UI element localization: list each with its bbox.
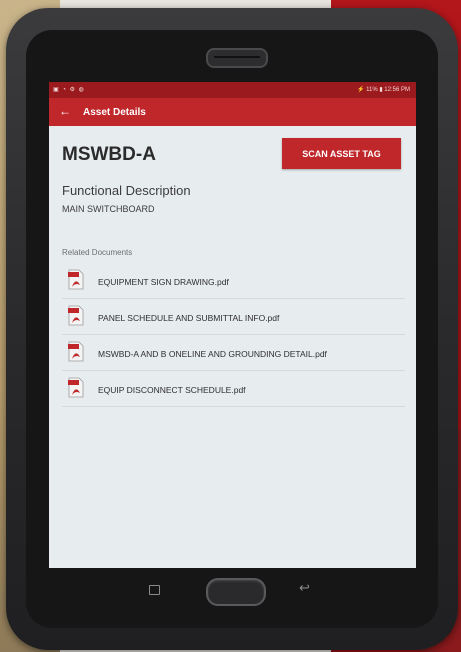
pdf-icon [68, 305, 84, 326]
asset-name: MSWBD-A [62, 144, 156, 165]
home-button[interactable] [206, 578, 266, 606]
related-documents-label: Related Documents [62, 248, 133, 257]
pdf-icon [68, 341, 84, 362]
back-icon[interactable]: ↩ [299, 580, 310, 596]
page-title: Asset Details [83, 107, 146, 118]
status-clock: ⚡ 11% ▮ 12:56 PM [356, 87, 410, 93]
related-documents-list: EQUIPMENT SIGN DRAWING.pdf PANEL SCHEDUL… [62, 263, 405, 407]
scan-asset-tag-button[interactable]: SCAN ASSET TAG [282, 138, 401, 169]
document-name: EQUIP DISCONNECT SCHEDULE.pdf [98, 385, 246, 395]
document-item[interactable]: MSWBD-A AND B ONELINE AND GROUNDING DETA… [62, 335, 405, 371]
app-bar: ← Asset Details [49, 98, 416, 126]
document-item[interactable]: EQUIP DISCONNECT SCHEDULE.pdf [62, 371, 405, 407]
device-nav-bar: ↩ [49, 570, 416, 614]
document-name: EQUIPMENT SIGN DRAWING.pdf [98, 277, 229, 287]
functional-description-value: MAIN SWITCHBOARD [62, 204, 155, 214]
pdf-icon [68, 377, 84, 398]
camera-slot [206, 48, 268, 68]
recent-apps-icon[interactable] [149, 585, 160, 595]
functional-description-label: Functional Description [62, 183, 191, 198]
status-bar: ▣ ◔ ⚙ ◍ ⚡ 11% ▮ 12:56 PM [49, 82, 416, 98]
document-item[interactable]: EQUIPMENT SIGN DRAWING.pdf [62, 263, 405, 299]
tablet-screen: ▣ ◔ ⚙ ◍ ⚡ 11% ▮ 12:56 PM ← Asset Details… [49, 82, 416, 568]
document-item[interactable]: PANEL SCHEDULE AND SUBMITTAL INFO.pdf [62, 299, 405, 335]
status-icons: ▣ ◔ ⚙ ◍ [53, 87, 85, 93]
back-arrow-icon[interactable]: ← [59, 105, 71, 117]
pdf-icon [68, 269, 84, 290]
document-name: MSWBD-A AND B ONELINE AND GROUNDING DETA… [98, 349, 327, 359]
document-name: PANEL SCHEDULE AND SUBMITTAL INFO.pdf [98, 313, 280, 323]
